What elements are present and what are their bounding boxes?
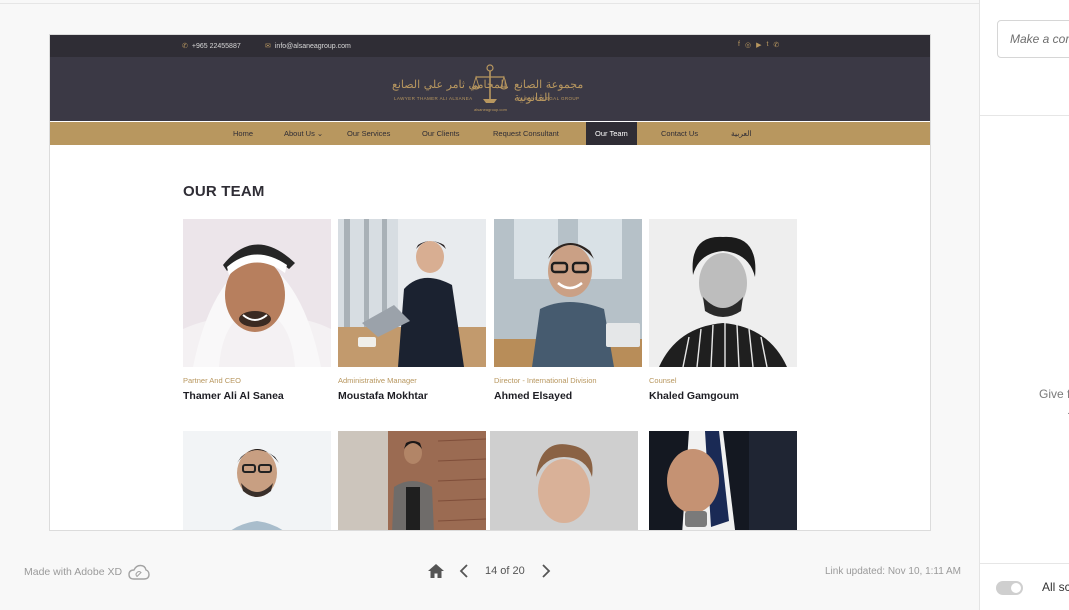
team-card[interactable] [490, 431, 638, 530]
scales-of-justice-icon [472, 64, 508, 103]
team-photo-7 [490, 431, 638, 530]
nav-our-team[interactable]: Our Team [586, 122, 637, 145]
home-icon[interactable] [427, 563, 445, 579]
panel-divider-bottom [980, 563, 1069, 564]
page-title: OUR TEAM [183, 183, 265, 200]
all-screens-label: All sc [1042, 580, 1069, 594]
page-counter: 14 of 20 [485, 565, 525, 577]
logo-english-right: ALSANEA LEGAL GROUP [518, 96, 580, 101]
member-name: Ahmed Elsayed [494, 390, 573, 402]
link-updated-text: Link updated: Nov 10, 1:11 AM [825, 566, 962, 577]
team-photo-6 [338, 431, 486, 530]
team-card[interactable] [183, 431, 331, 530]
nav-our-services[interactable]: Our Services [347, 122, 390, 145]
whatsapp-icon[interactable]: ✆ [773, 41, 779, 49]
mail-icon: ✉ [265, 43, 271, 50]
comment-input[interactable]: Make a cor [997, 20, 1069, 58]
page-navigation: 14 of 20 [427, 563, 555, 579]
team-card[interactable] [338, 431, 486, 530]
member-role: Counsel [649, 376, 677, 385]
viewer-footer: Made with Adobe XD 14 of 20 Link updated… [0, 556, 979, 588]
comments-panel: Make a cor Give f · All sc [979, 0, 1069, 610]
member-role: Administrative Manager [338, 376, 417, 385]
logo-english-left: LAWYER THAMER ALI ALSANEA [394, 96, 473, 101]
made-with-xd-text[interactable]: Made with Adobe XD [24, 566, 122, 578]
chevron-right-icon[interactable] [535, 563, 555, 579]
member-name: Khaled Gamgoum [649, 390, 739, 402]
phone-text: +965 22455887 [191, 42, 241, 50]
all-screens-toggle[interactable] [996, 581, 1023, 595]
member-name: Thamer Ali Al Sanea [183, 390, 284, 402]
team-photo-khaled [649, 219, 797, 367]
team-card[interactable]: Counsel Khaled Gamgoum [649, 219, 797, 402]
comment-placeholder: Make a cor [1010, 32, 1069, 46]
team-card[interactable]: Partner And CEO Thamer Ali Al Sanea [183, 219, 331, 402]
team-card[interactable] [649, 431, 797, 530]
email-text: info@alsaneagroup.com [274, 42, 351, 50]
team-photo-thamer [183, 219, 331, 367]
phone-icon: ✆ [182, 43, 188, 50]
nav-request-consultant[interactable]: Request Consultant [493, 122, 559, 145]
site-logo[interactable]: المحامي ثامر علي الصانع مجموعة الصانع ال… [388, 63, 592, 117]
team-photo-moustafa [338, 219, 486, 367]
logo-tagline: alsaneagroup.com [474, 107, 507, 112]
email-contact[interactable]: ✉ info@alsaneagroup.com [265, 42, 351, 51]
chevron-left-icon[interactable] [455, 563, 475, 579]
team-photo-8 [649, 431, 797, 530]
nav-contact-us[interactable]: Contact Us [661, 122, 698, 145]
xd-viewer: ✆ +965 22455887 ✉ info@alsaneagroup.com … [0, 0, 979, 610]
site-header: المحامي ثامر علي الصانع مجموعة الصانع ال… [50, 57, 930, 121]
nav-home[interactable]: Home [233, 122, 253, 145]
contact-topbar: ✆ +965 22455887 ✉ info@alsaneagroup.com … [50, 35, 930, 57]
nav-arabic[interactable]: العربية [731, 122, 752, 145]
creative-cloud-icon[interactable] [128, 564, 150, 582]
nav-about-us[interactable]: About Us ⌄ [284, 122, 323, 145]
social-links: f ◎ ▶ t ✆ [738, 41, 779, 49]
member-role: Director - International Division [494, 376, 597, 385]
twitter-icon[interactable]: t [766, 41, 768, 49]
give-feedback-text: Give f [1039, 387, 1069, 401]
team-card[interactable]: Administrative Manager Moustafa Mokhtar [338, 219, 486, 402]
facebook-icon[interactable]: f [738, 41, 740, 49]
main-nav: Home About Us ⌄ Our Services Our Clients… [50, 122, 930, 145]
member-role: Partner And CEO [183, 376, 241, 385]
top-divider [0, 3, 979, 4]
member-name: Moustafa Mokhtar [338, 390, 428, 402]
team-card[interactable]: Director - International Division Ahmed … [494, 219, 642, 402]
team-photo-ahmed [494, 219, 642, 367]
youtube-icon[interactable]: ▶ [756, 41, 761, 49]
panel-divider [980, 115, 1069, 116]
artboard: ✆ +965 22455887 ✉ info@alsaneagroup.com … [49, 34, 931, 531]
nav-our-clients[interactable]: Our Clients [422, 122, 460, 145]
instagram-icon[interactable]: ◎ [745, 41, 751, 49]
phone-contact[interactable]: ✆ +965 22455887 [182, 42, 241, 51]
team-photo-5 [183, 431, 331, 530]
